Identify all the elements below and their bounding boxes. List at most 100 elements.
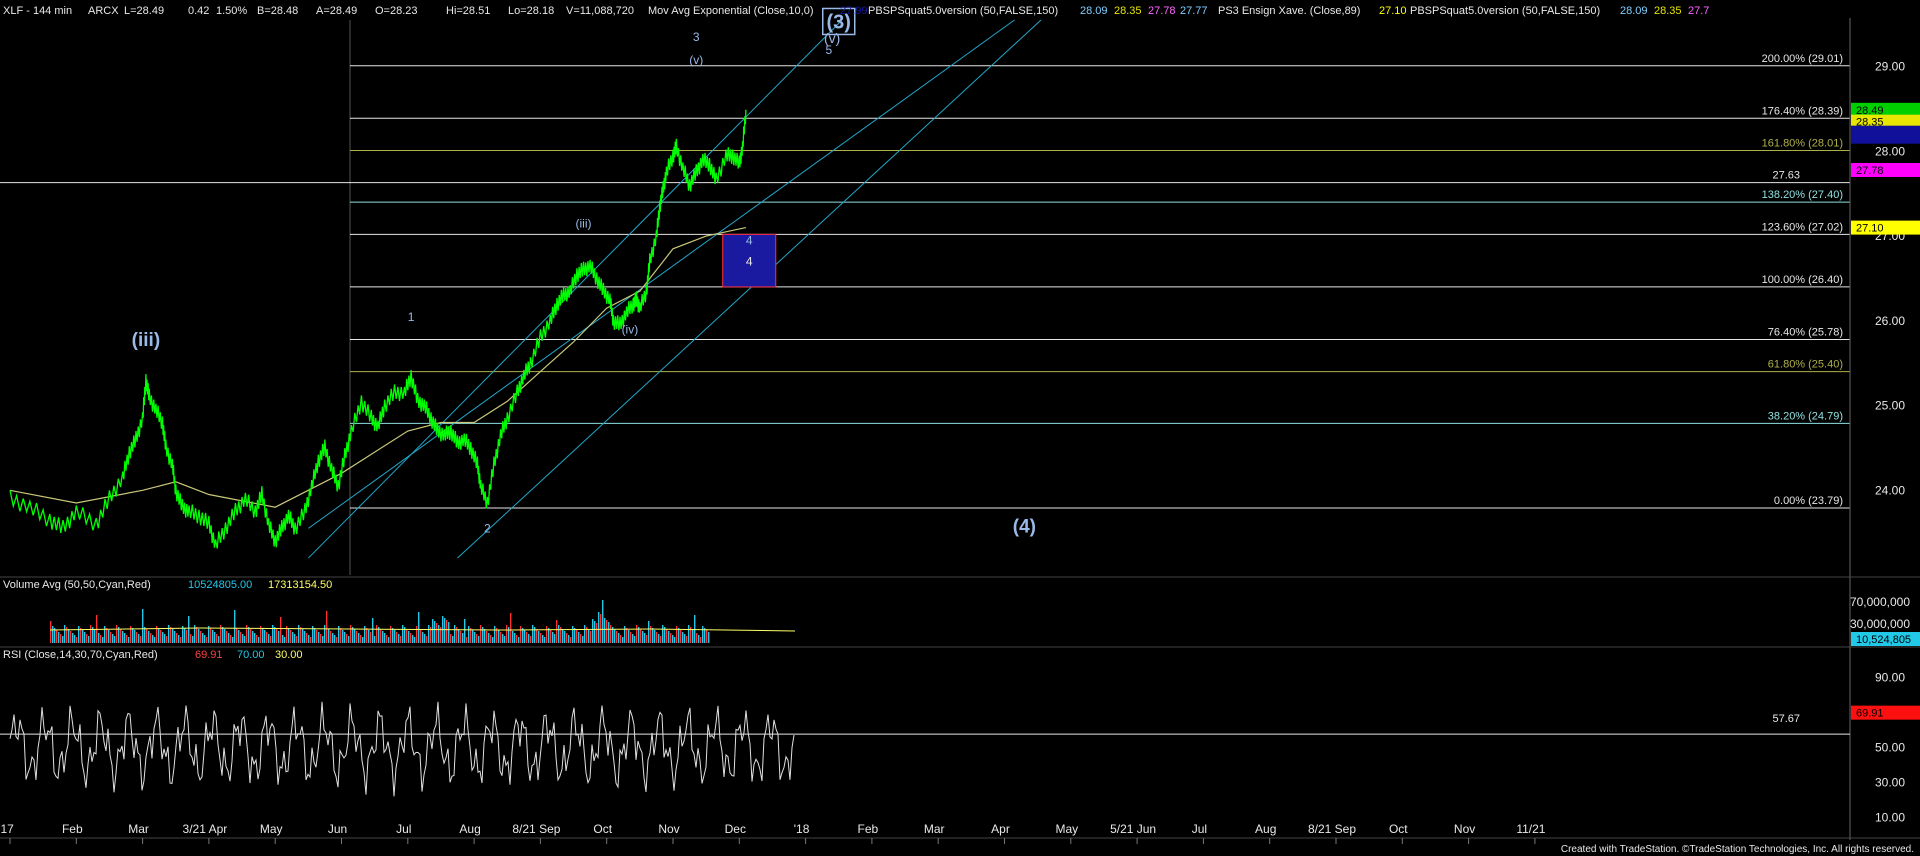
- volume-bar: [316, 630, 318, 643]
- volume-bar: [700, 637, 702, 643]
- volume-bar: [388, 637, 390, 643]
- volume-bar: [516, 635, 518, 643]
- volume-bar: [584, 625, 586, 643]
- volume-bar: [68, 629, 70, 643]
- header-ask: A=28.49: [316, 5, 357, 17]
- volume-bar: [420, 630, 422, 643]
- volume-bar: [676, 626, 678, 643]
- price-tag-band: [1851, 125, 1920, 144]
- volume-bar: [698, 635, 700, 643]
- volume-bar: [354, 629, 356, 643]
- volume-bar: [170, 627, 172, 643]
- volume-bar: [520, 626, 522, 643]
- price-tick-label: 25.00: [1875, 399, 1905, 413]
- volume-bar: [62, 636, 64, 643]
- volume-bar: [600, 614, 602, 643]
- volume-bar: [564, 631, 566, 643]
- time-axis-label: 3/21 Apr: [183, 822, 228, 836]
- fib-level-label: 176.40% (28.39): [1762, 105, 1843, 117]
- volume-bar: [694, 615, 696, 643]
- volume-bar: [696, 633, 698, 643]
- volume-bar: [572, 626, 574, 643]
- volume-bar: [414, 637, 416, 643]
- volume-bar: [624, 626, 626, 643]
- volume-bar: [674, 637, 676, 643]
- volume-bar: [102, 637, 104, 643]
- volume-bar: [618, 633, 620, 643]
- volume-bar: [268, 634, 270, 643]
- time-axis-label: Mar: [128, 822, 149, 836]
- price-tick-label: 28.00: [1875, 144, 1905, 158]
- volume-bar: [174, 631, 176, 643]
- volume-bar: [648, 621, 650, 643]
- volume-bar: [568, 635, 570, 643]
- wave-label: (v): [824, 30, 840, 46]
- volume-bar: [106, 628, 108, 643]
- volume-bar: [656, 632, 658, 643]
- volume-bar: [446, 620, 448, 643]
- time-axis-label: Jul: [1192, 822, 1207, 836]
- wave-label: 1: [408, 310, 415, 324]
- volume-bar: [438, 625, 440, 643]
- fib-level-label: 76.40% (25.78): [1768, 326, 1843, 338]
- time-axis-label: May: [260, 822, 283, 836]
- volume-bar: [492, 637, 494, 643]
- volume-bar: [280, 617, 282, 643]
- volume-bar: [528, 634, 530, 643]
- volume-bar: [356, 631, 358, 643]
- volume-bar: [590, 631, 592, 643]
- volume-bar: [306, 633, 308, 643]
- volume-bar: [678, 628, 680, 643]
- volume-bar: [580, 634, 582, 643]
- time-axis-label: Oct: [1389, 822, 1408, 836]
- volume-bar: [162, 632, 164, 643]
- volume-bar: [114, 636, 116, 643]
- volume-bar: [540, 633, 542, 643]
- volume-bar: [688, 625, 690, 643]
- volume-bar: [318, 632, 320, 643]
- volume-bar: [514, 633, 516, 643]
- volume-bar: [188, 616, 190, 643]
- volume-tag-label: 10,524,805: [1856, 634, 1911, 646]
- volume-bar: [576, 630, 578, 643]
- volume-bar: [558, 625, 560, 643]
- header-ind1-v4: 27.77: [1180, 5, 1208, 17]
- volume-bar: [126, 635, 128, 643]
- volume-bar: [642, 631, 644, 643]
- volume-bar: [200, 631, 202, 643]
- volume-bar: [124, 633, 126, 643]
- volume-bar: [606, 620, 608, 643]
- volume-bar: [112, 634, 114, 643]
- price-chart[interactable]: 200.00% (29.01) 176.40% (28.39) 161.80% (2…: [0, 0, 1920, 856]
- volume-bar: [436, 623, 438, 643]
- rsi-axis-tick: 10.00: [1875, 811, 1905, 825]
- volume-bar: [322, 636, 324, 643]
- volume-bar: [212, 630, 214, 643]
- header-change: 0.42: [188, 5, 209, 17]
- volume-bar: [274, 627, 276, 643]
- time-axis-label: Jul: [396, 822, 411, 836]
- volume-bar: [166, 636, 168, 643]
- volume-bar: [464, 619, 466, 643]
- volume-bar: [466, 637, 468, 643]
- rsi-level-label: 57.67: [1772, 713, 1800, 725]
- volume-bar: [434, 621, 436, 643]
- volume-bar: [160, 630, 162, 643]
- fib-level-label: 138.20% (27.40): [1762, 189, 1843, 201]
- volume-bar: [164, 634, 166, 643]
- fib-level-label: 100.00% (26.40): [1762, 274, 1843, 286]
- time-axis-label: Jun: [328, 822, 347, 836]
- volume-bar: [98, 633, 100, 643]
- volume-bar: [64, 625, 66, 643]
- volume-bar: [58, 632, 60, 643]
- volume-bar: [502, 634, 504, 643]
- time-axis-label: Mar: [924, 822, 945, 836]
- time-axis-label: '18: [794, 822, 810, 836]
- fib-level-label: 200.00% (29.01): [1762, 53, 1843, 65]
- header-ind3-v3: 27.7: [1688, 5, 1709, 17]
- volume-bar: [178, 635, 180, 643]
- volume-bar: [362, 637, 364, 643]
- volume-bar: [472, 630, 474, 643]
- fib-level-label: 161.80% (28.01): [1762, 137, 1843, 149]
- header-low: Lo=28.18: [508, 5, 554, 17]
